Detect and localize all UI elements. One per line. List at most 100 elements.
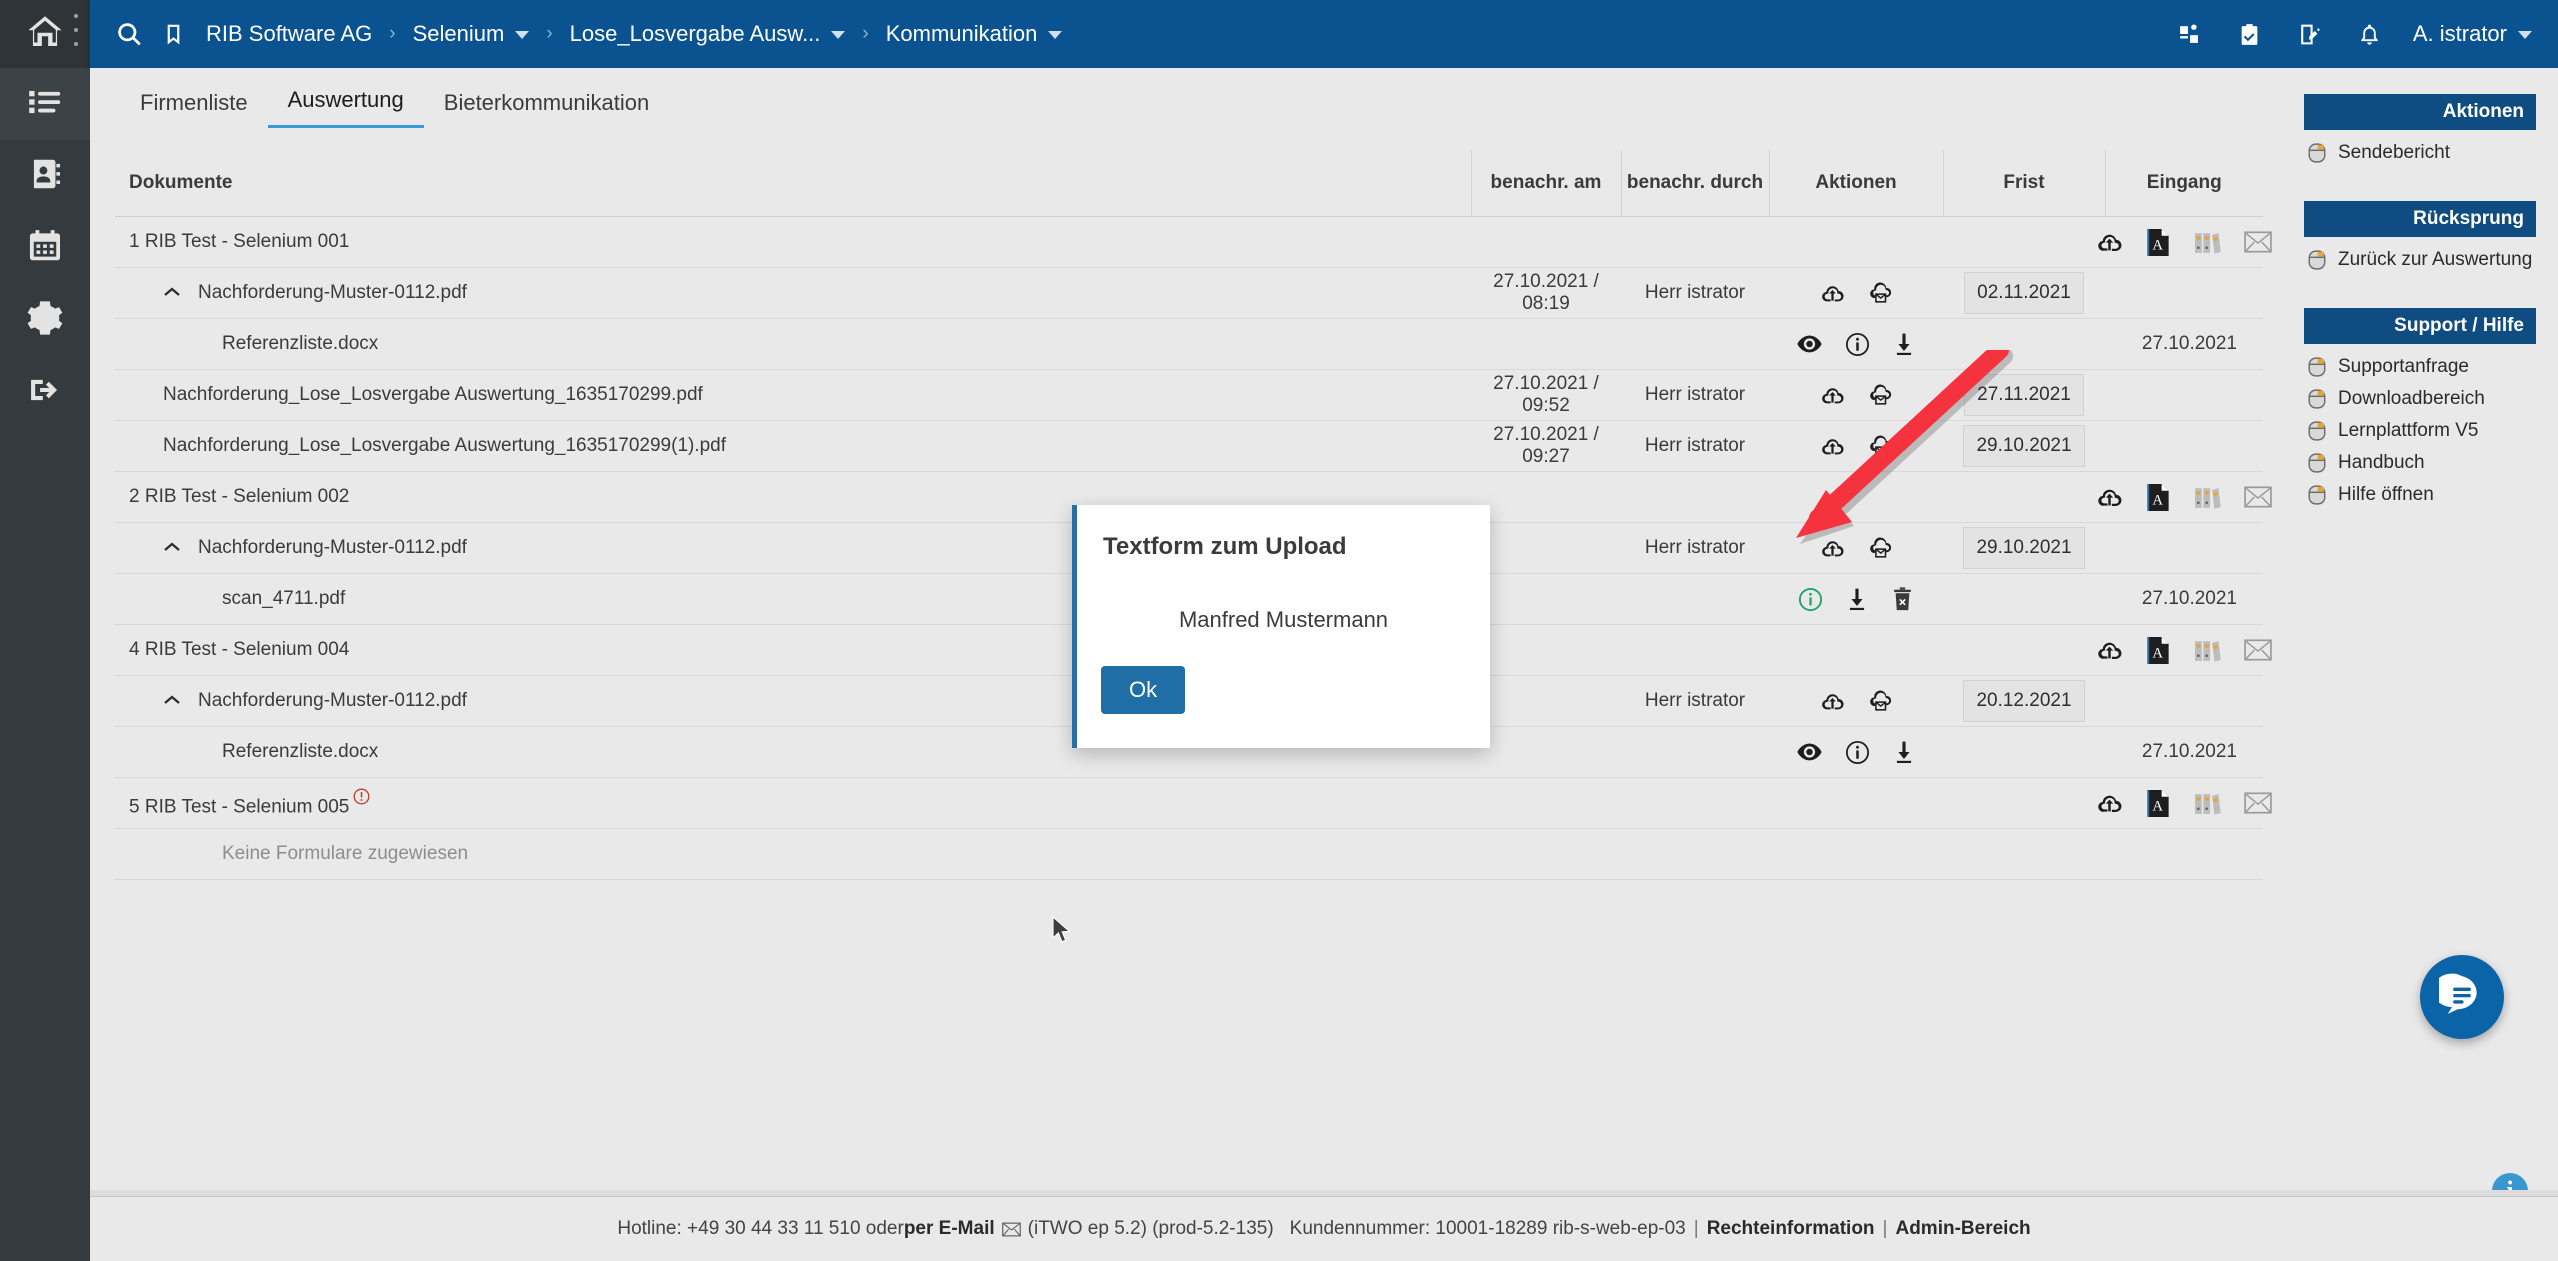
mouse-click-icon <box>2308 143 2326 163</box>
cloud-upload-icon[interactable] <box>1820 383 1845 408</box>
breadcrumb-item-2[interactable]: Lose_Losvergabe Ausw... <box>570 21 846 47</box>
search-icon[interactable] <box>112 17 146 51</box>
info-icon-green[interactable] <box>1798 587 1823 612</box>
warning-info-icon[interactable] <box>353 788 370 811</box>
binders-icon[interactable] <box>2194 791 2221 816</box>
empty-state-text: Keine Formulare zugewiesen <box>115 828 1471 880</box>
frist-cell: 02.11.2021 <box>1943 267 2105 319</box>
eye-icon[interactable] <box>1797 335 1822 353</box>
chat-support-button[interactable] <box>2420 955 2504 1039</box>
cloud-upload-icon[interactable] <box>2096 484 2123 511</box>
table-row[interactable]: Nachforderung-Muster-0112.pdf 27.10.2021… <box>115 267 2263 319</box>
table-row[interactable]: Referenzliste.docx 27.10.2021 <box>115 318 2263 370</box>
notepad-edit-icon[interactable] <box>2293 17 2327 51</box>
sidebar-item-calendar[interactable] <box>0 212 90 284</box>
sidebar-item-settings[interactable] <box>0 284 90 356</box>
eingang-value <box>2105 675 2263 727</box>
footer-link-rechteinformation[interactable]: Rechteinformation <box>1707 1218 1875 1240</box>
footer-email-link[interactable]: per E-Mail <box>904 1218 995 1240</box>
footer-link-admin-bereich[interactable]: Admin-Bereich <box>1895 1218 2030 1240</box>
benachr-am-value <box>1471 522 1621 574</box>
envelope-icon[interactable] <box>2244 792 2272 814</box>
column-header-benachr-am: benachr. am <box>1470 150 1621 217</box>
frist-cell: 29.10.2021 <box>1943 522 2105 574</box>
envelope-icon[interactable] <box>2244 486 2272 508</box>
user-menu[interactable]: A. istrator <box>2413 21 2532 47</box>
frist-value[interactable]: 20.12.2021 <box>1963 680 2085 722</box>
cloud-mail-icon[interactable] <box>1868 689 1893 714</box>
cloud-upload-icon[interactable] <box>2096 790 2123 817</box>
table-row[interactable]: Nachforderung_Lose_Losvergabe Auswertung… <box>115 420 2263 472</box>
cloud-upload-icon[interactable] <box>1820 281 1845 306</box>
download-icon[interactable] <box>1893 740 1915 765</box>
table-row: Keine Formulare zugewiesen <box>115 828 2263 880</box>
tab-firmenliste[interactable]: Firmenliste <box>120 90 268 128</box>
clipboard-check-icon[interactable] <box>2233 17 2267 51</box>
ok-button[interactable]: Ok <box>1101 666 1186 714</box>
pdf-icon[interactable]: A <box>2146 483 2171 511</box>
panel-item-lernplattform-v5[interactable]: Lernplattform V5 <box>2304 415 2536 447</box>
cloud-upload-icon[interactable] <box>1820 434 1845 459</box>
info-icon[interactable] <box>1845 740 1870 765</box>
eye-icon[interactable] <box>1797 743 1822 761</box>
cloud-mail-icon[interactable] <box>1868 281 1893 306</box>
cloud-upload-icon[interactable] <box>1820 536 1845 561</box>
table-row[interactable]: 5 RIB Test - Selenium 005 A <box>115 777 2272 829</box>
panel-item-hilfe-oeffnen[interactable]: Hilfe öffnen <box>2304 479 2536 511</box>
chevron-up-icon[interactable] <box>163 690 181 712</box>
panel-section-title-aktionen: Aktionen <box>2304 94 2536 130</box>
list-icon <box>26 83 64 126</box>
binders-icon[interactable] <box>2194 230 2221 255</box>
chevron-up-icon[interactable] <box>163 282 181 304</box>
breadcrumb-item-1[interactable]: Selenium <box>413 21 530 47</box>
pdf-icon[interactable]: A <box>2146 636 2171 664</box>
envelope-icon[interactable] <box>2244 639 2272 661</box>
info-icon[interactable] <box>1845 332 1870 357</box>
cloud-upload-icon[interactable] <box>2096 637 2123 664</box>
frist-value[interactable]: 29.10.2021 <box>1963 527 2085 569</box>
tab-bieterkommunikation[interactable]: Bieterkommunikation <box>424 90 669 128</box>
breadcrumb-item-0[interactable]: RIB Software AG <box>206 21 372 47</box>
download-icon[interactable] <box>1846 587 1868 612</box>
pdf-icon[interactable]: A <box>2146 228 2171 256</box>
download-icon[interactable] <box>1893 332 1915 357</box>
svg-text:A: A <box>2152 492 2163 508</box>
panel-item-supportanfrage[interactable]: Supportanfrage <box>2304 351 2536 383</box>
bookmark-icon[interactable] <box>156 17 190 51</box>
column-header-frist: Frist <box>1942 150 2105 217</box>
panel-section-title-support-hilfe: Support / Hilfe <box>2304 308 2536 344</box>
binders-icon[interactable] <box>2194 485 2221 510</box>
table-row[interactable]: Nachforderung_Lose_Losvergabe Auswertung… <box>115 369 2263 421</box>
svg-text:A: A <box>2152 798 2163 814</box>
sidebar-item-logout[interactable] <box>0 356 90 428</box>
apps-icon[interactable] <box>2173 17 2207 51</box>
cloud-upload-icon[interactable] <box>2096 229 2123 256</box>
chevron-up-icon[interactable] <box>163 537 181 559</box>
chat-bubble-icon <box>2433 972 2485 1023</box>
panel-item-zurueck-zur-auswertung[interactable]: Zurück zur Auswertung <box>2304 244 2536 276</box>
frist-value[interactable]: 29.10.2021 <box>1963 425 2085 467</box>
panel-item-downloadbereich[interactable]: Downloadbereich <box>2304 383 2536 415</box>
cloud-mail-icon[interactable] <box>1868 434 1893 459</box>
cloud-mail-icon[interactable] <box>1868 536 1893 561</box>
sidebar-item-projects[interactable] <box>0 68 90 140</box>
cloud-upload-icon[interactable] <box>1820 689 1845 714</box>
rail-more-dots[interactable] <box>72 14 80 46</box>
table-row[interactable]: 1 RIB Test - Selenium 001 A <box>115 216 2272 268</box>
breadcrumb-item-3[interactable]: Kommunikation <box>886 21 1063 47</box>
sidebar-item-contacts[interactable] <box>0 140 90 212</box>
binders-icon[interactable] <box>2194 638 2221 663</box>
panel-item-handbuch[interactable]: Handbuch <box>2304 447 2536 479</box>
panel-item-sendebericht[interactable]: Sendebericht <box>2304 137 2536 169</box>
pdf-icon[interactable]: A <box>2146 789 2171 817</box>
envelope-icon[interactable] <box>2244 231 2272 253</box>
tab-auswertung[interactable]: Auswertung <box>267 87 424 128</box>
bell-icon[interactable] <box>2353 17 2387 51</box>
benachr-am-value: 27.10.2021 / 08:19 <box>1471 267 1621 319</box>
frist-value[interactable]: 27.11.2021 <box>1964 374 2084 416</box>
cloud-mail-icon[interactable] <box>1868 383 1893 408</box>
benachr-durch-value: Herr istrator <box>1621 675 1769 727</box>
row-actions <box>1769 573 1943 625</box>
trash-icon[interactable] <box>1891 586 1914 612</box>
frist-value[interactable]: 02.11.2021 <box>1964 272 2084 314</box>
